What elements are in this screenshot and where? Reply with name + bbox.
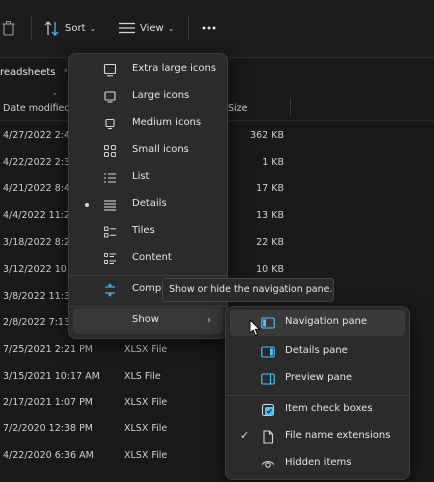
row-date: 3/8/2022 11:34 <box>3 291 77 302</box>
file-icon <box>263 430 274 444</box>
menu-item-label: Item check boxes <box>285 403 373 414</box>
details-pane-icon <box>261 346 275 358</box>
row-date: 4/27/2022 2:43 <box>3 130 77 141</box>
menu-item-preview-pane[interactable]: Preview pane <box>230 366 405 392</box>
row-date: 7/2/2020 12:38 PM <box>3 423 94 434</box>
eye-icon <box>261 460 275 468</box>
menu-item-content[interactable]: Content <box>73 246 223 272</box>
tiles-icon <box>104 226 116 238</box>
mouse-cursor-icon <box>249 319 261 337</box>
row-type: XLSX File <box>124 397 168 408</box>
breadcrumb[interactable]: readsheets <box>0 67 56 78</box>
menu-item-label: Large icons <box>132 90 190 101</box>
navigation-pane-icon <box>261 317 275 329</box>
toolbar-divider <box>188 16 189 40</box>
menu-item-file-name-extensions[interactable]: ✓ File name extensions <box>230 424 405 450</box>
monitor-icon <box>104 91 116 103</box>
column-divider[interactable] <box>290 98 291 116</box>
command-bar: Sort ⌄ View ⌄ <box>0 0 434 58</box>
sort-icon <box>44 20 59 36</box>
row-date: 7/25/2021 2:21 PM <box>3 344 94 355</box>
chevron-right-icon: › <box>207 315 211 326</box>
menu-item-label: File name extensions <box>285 430 391 441</box>
menu-item-details[interactable]: Details <box>73 192 223 218</box>
menu-divider <box>226 395 409 396</box>
row-date: 4/22/2022 2:39 <box>3 157 77 168</box>
row-size: 10 KB <box>256 264 284 275</box>
view-label: View <box>140 22 164 34</box>
monitor-small-icon <box>105 118 115 130</box>
column-size[interactable]: Size <box>228 103 248 114</box>
menu-item-label: Comp <box>132 283 162 294</box>
list-icon <box>104 173 116 183</box>
menu-item-label: List <box>132 171 150 182</box>
grid-icon <box>104 145 116 157</box>
row-date: 2/17/2021 1:07 PM <box>3 397 94 408</box>
view-icon <box>119 22 135 34</box>
menu-item-label: Details pane <box>285 345 348 356</box>
menu-item-label: Medium icons <box>132 117 202 128</box>
row-date: 4/4/2022 11:22 <box>3 210 77 221</box>
row-date: 4/21/2022 8:40 <box>3 183 77 194</box>
menu-item-label: Show <box>132 314 159 325</box>
row-date: 3/12/2022 10:4 <box>3 264 77 275</box>
chevron-down-icon: ⌄ <box>89 23 97 33</box>
menu-item-medium-icons[interactable]: Medium icons <box>73 111 223 137</box>
menu-item-large-icons[interactable]: Large icons <box>73 84 223 110</box>
content-icon <box>104 253 116 264</box>
tooltip-text: Show or hide the navigation pane. <box>169 284 333 295</box>
menu-item-label: Preview pane <box>285 372 353 383</box>
menu-divider <box>69 275 227 276</box>
menu-item-label: Hidden items <box>285 457 352 468</box>
menu-item-details-pane[interactable]: Details pane <box>230 339 405 365</box>
menu-item-label: Navigation pane <box>285 316 368 327</box>
preview-pane-icon <box>261 373 275 385</box>
row-size: 13 KB <box>256 210 284 221</box>
more-options-button[interactable] <box>202 17 216 39</box>
sort-label: Sort <box>65 22 86 34</box>
menu-item-hidden-items[interactable]: Hidden items <box>230 451 405 477</box>
menu-item-list[interactable]: List <box>73 165 223 191</box>
menu-item-small-icons[interactable]: Small icons <box>73 138 223 164</box>
toolbar-divider <box>31 16 32 40</box>
row-size: 1 KB <box>262 157 284 168</box>
checkbox-icon <box>261 403 275 417</box>
row-type: XLSX File <box>124 344 168 355</box>
chevron-down-icon: ⌄ <box>167 23 175 33</box>
menu-divider <box>69 306 227 307</box>
tooltip: Show or hide the navigation pane. <box>162 278 334 302</box>
row-size: 362 KB <box>250 130 284 141</box>
menu-item-show[interactable]: Show › <box>73 308 223 334</box>
row-date: 4/22/2020 6:36 AM <box>3 450 94 461</box>
menu-item-item-check-boxes[interactable]: Item check boxes <box>230 397 405 423</box>
row-type: XLSX File <box>124 423 168 434</box>
menu-item-tiles[interactable]: Tiles <box>73 219 223 245</box>
view-button[interactable]: View ⌄ <box>119 17 174 39</box>
details-icon <box>104 200 116 211</box>
row-date: 3/15/2021 10:17 AM <box>3 371 100 382</box>
sort-up-icon: ⌃ <box>52 92 58 100</box>
menu-item-label: Extra large icons <box>132 63 217 74</box>
sort-button[interactable]: Sort ⌄ <box>44 17 96 39</box>
menu-item-label: Content <box>132 252 172 263</box>
row-type: XLS File <box>124 371 161 382</box>
checkmark-icon: ✓ <box>240 429 250 442</box>
compact-icon <box>105 283 115 297</box>
monitor-large-icon <box>103 63 117 77</box>
trash-icon <box>2 20 15 36</box>
row-size: 17 KB <box>256 183 284 194</box>
column-date-modified[interactable]: Date modified <box>3 103 70 114</box>
row-type: XLSX File <box>124 450 168 461</box>
row-size: 22 KB <box>256 237 284 248</box>
menu-item-extra-large-icons[interactable]: Extra large icons <box>73 57 223 83</box>
menu-item-label: Details <box>132 198 167 209</box>
selected-bullet-icon <box>85 203 89 207</box>
menu-item-label: Small icons <box>132 144 189 155</box>
delete-button[interactable] <box>2 17 15 39</box>
more-icon <box>202 26 216 30</box>
menu-item-label: Tiles <box>132 225 155 236</box>
row-date: 3/18/2022 8:24 <box>3 237 77 248</box>
